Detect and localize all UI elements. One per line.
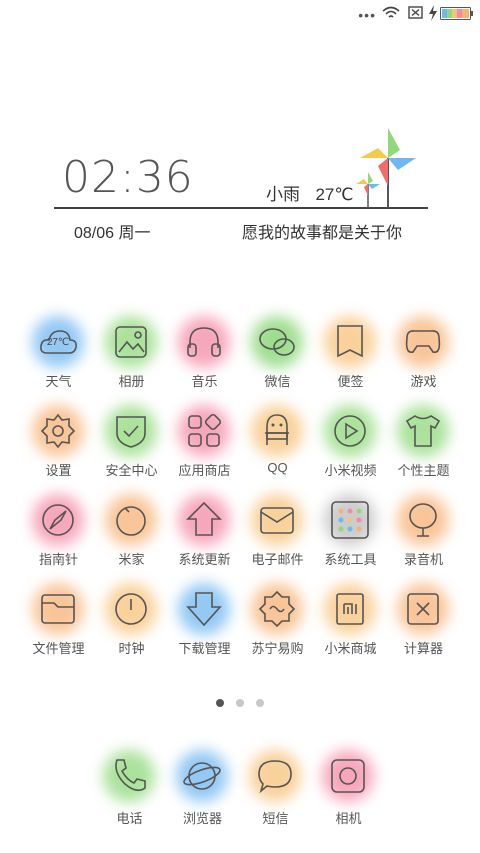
weather-temperature: 27℃ [315, 185, 354, 204]
clock-icon [105, 583, 157, 635]
app-tools-grid[interactable]: 系统工具 [314, 494, 387, 582]
weather-badge-text: 27℃ [46, 337, 70, 348]
app-compass[interactable]: 指南针 [22, 494, 95, 582]
app-folder[interactable]: 文件管理 [22, 583, 95, 671]
app-label: 计算器 [403, 641, 443, 656]
video-play-icon [324, 405, 376, 457]
app-label: 相机 [335, 811, 362, 826]
recorder-icon [397, 494, 449, 546]
app-camera[interactable]: 相机 [312, 750, 385, 838]
app-headphones[interactable]: 音乐 [168, 316, 241, 404]
app-recorder[interactable]: 录音机 [387, 494, 460, 582]
app-gamepad[interactable]: 游戏 [387, 316, 460, 404]
pinwheel-icon [356, 128, 416, 208]
app-mijia[interactable]: 米家 [95, 494, 168, 582]
motto-text: 愿我的故事都是关于你 [242, 225, 403, 242]
app-calculator[interactable]: 计算器 [387, 583, 460, 671]
app-notes[interactable]: 便签 [314, 316, 387, 404]
app-browser-planet[interactable]: 浏览器 [166, 750, 239, 838]
app-qq-penguin[interactable]: QQ [241, 405, 314, 493]
app-download-arrow[interactable]: 下载管理 [168, 583, 241, 671]
app-mi-store[interactable]: 小米商城 [314, 583, 387, 671]
app-store-icon [178, 405, 230, 457]
gamepad-icon [397, 316, 449, 368]
message-bubble-icon [249, 750, 301, 802]
compass-icon [32, 494, 84, 546]
app-clock[interactable]: 时钟 [95, 583, 168, 671]
date-text: 08/06 周一 [74, 225, 151, 242]
weather-condition: 小雨 [266, 185, 300, 204]
calculator-icon [397, 583, 449, 635]
page-dot-2[interactable] [236, 699, 244, 707]
settings-gear-icon [32, 405, 84, 457]
theme-shirt-icon [397, 405, 449, 457]
mail-icon [251, 494, 303, 546]
app-mail[interactable]: 电子邮件 [241, 494, 314, 582]
no-sim-icon [408, 6, 423, 19]
weather-info: 小雨 27℃ [266, 180, 353, 205]
page-dot-1[interactable] [216, 699, 224, 707]
mijia-icon [105, 494, 157, 546]
app-shield-check[interactable]: 安全中心 [95, 405, 168, 493]
app-wechat[interactable]: 微信 [241, 316, 314, 404]
app-video-play[interactable]: 小米视频 [314, 405, 387, 493]
battery-icon [440, 7, 473, 20]
page-dot-3[interactable] [256, 699, 264, 707]
suning-icon [251, 583, 303, 635]
gallery-icon [105, 316, 157, 368]
browser-planet-icon [176, 750, 228, 802]
weather-cloud-icon: 27℃ [32, 316, 84, 368]
notes-icon [324, 316, 376, 368]
clock-time: 02:36 [62, 152, 194, 203]
app-gallery[interactable]: 相册 [95, 316, 168, 404]
status-bar: ••• [0, 0, 480, 28]
app-phone[interactable]: 电话 [93, 750, 166, 838]
app-message-bubble[interactable]: 短信 [239, 750, 312, 838]
app-update-arrow[interactable]: 系统更新 [168, 494, 241, 582]
qq-penguin-icon [251, 405, 303, 457]
update-arrow-icon [178, 494, 230, 546]
app-label: 个性主题 [397, 463, 450, 478]
tools-grid-icon [324, 494, 376, 546]
page-indicator [0, 699, 480, 709]
headphones-icon [178, 316, 230, 368]
app-label: 游戏 [410, 374, 437, 389]
phone-icon [103, 750, 155, 802]
app-weather-cloud[interactable]: 27℃ 天气 [22, 316, 95, 404]
app-app-store[interactable]: 应用商店 [168, 405, 241, 493]
app-settings-gear[interactable]: 设置 [22, 405, 95, 493]
folder-icon [32, 583, 84, 635]
app-label: 录音机 [403, 552, 443, 567]
charging-icon [429, 5, 437, 21]
wechat-icon [251, 316, 303, 368]
wifi-icon [382, 6, 400, 18]
app-suning[interactable]: 苏宁易购 [241, 583, 314, 671]
camera-icon [322, 750, 374, 802]
shield-check-icon [105, 405, 157, 457]
download-arrow-icon [178, 583, 230, 635]
app-theme-shirt[interactable]: 个性主题 [387, 405, 460, 493]
mi-store-icon [324, 583, 376, 635]
more-dots-icon: ••• [358, 7, 376, 23]
